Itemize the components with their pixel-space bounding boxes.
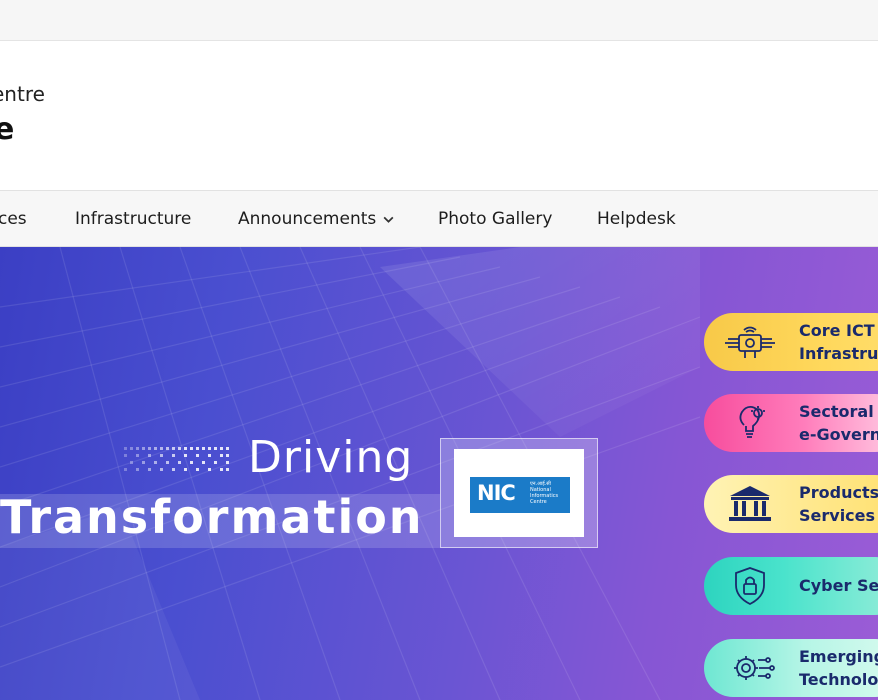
pill-label: Core ICTInfrastruc (799, 321, 878, 363)
nav-item-services[interactable]: ces (0, 191, 27, 247)
pill-emerging-tech[interactable]: Emerging Technolo (704, 639, 878, 697)
pill-label: Sectoral e-Govern (799, 402, 878, 444)
pill-label: Products Services (799, 483, 878, 525)
nav-item-label: ces (0, 209, 27, 229)
nic-logo-subtitle: एन.आई.सी National Informatics Centre (530, 481, 570, 505)
gear-network-icon (734, 656, 775, 680)
nav-item-label: Announcements (238, 209, 377, 229)
site-header (0, 41, 878, 190)
government-building-icon (729, 486, 771, 521)
pill-sectoral-egov[interactable]: Sectoral e-Govern (704, 394, 878, 452)
pill-cyber-security[interactable]: Cyber Sec (704, 557, 878, 615)
nav-item-label: Photo Gallery (438, 209, 553, 229)
nic-logo-english: National Informatics Centre (530, 487, 559, 505)
site-name-line2[interactable]: e (0, 112, 14, 147)
nav-item-label: Infrastructure (75, 209, 192, 229)
circuit-chip-icon (725, 326, 775, 358)
banner-headline-line2: Transformation (0, 490, 424, 544)
lightbulb-gear-icon (739, 405, 765, 438)
nic-logo-text: NIC (477, 481, 516, 505)
nav-item-announcements[interactable]: Announcements (238, 191, 395, 247)
chevron-down-icon (383, 216, 394, 223)
pill-core-ict[interactable]: Core ICTInfrastruc (704, 313, 878, 371)
nav-item-infrastructure[interactable]: Infrastructure (75, 191, 191, 247)
nav-item-label: Helpdesk (597, 209, 676, 229)
main-navigation: ces Infrastructure Announcements Photo G… (0, 190, 878, 247)
shield-lock-icon (735, 567, 765, 606)
pill-products-services[interactable]: Products Services (704, 475, 878, 533)
pill-label: Cyber Sec (799, 576, 878, 595)
nav-item-photo-gallery[interactable]: Photo Gallery (438, 191, 552, 247)
banner-headline-line1: Driving (248, 432, 414, 483)
site-name-line1[interactable]: entre (0, 82, 45, 106)
nav-item-helpdesk[interactable]: Helpdesk (597, 191, 676, 247)
pill-label: Emerging Technolo (799, 647, 878, 689)
top-utility-bar (0, 0, 878, 41)
